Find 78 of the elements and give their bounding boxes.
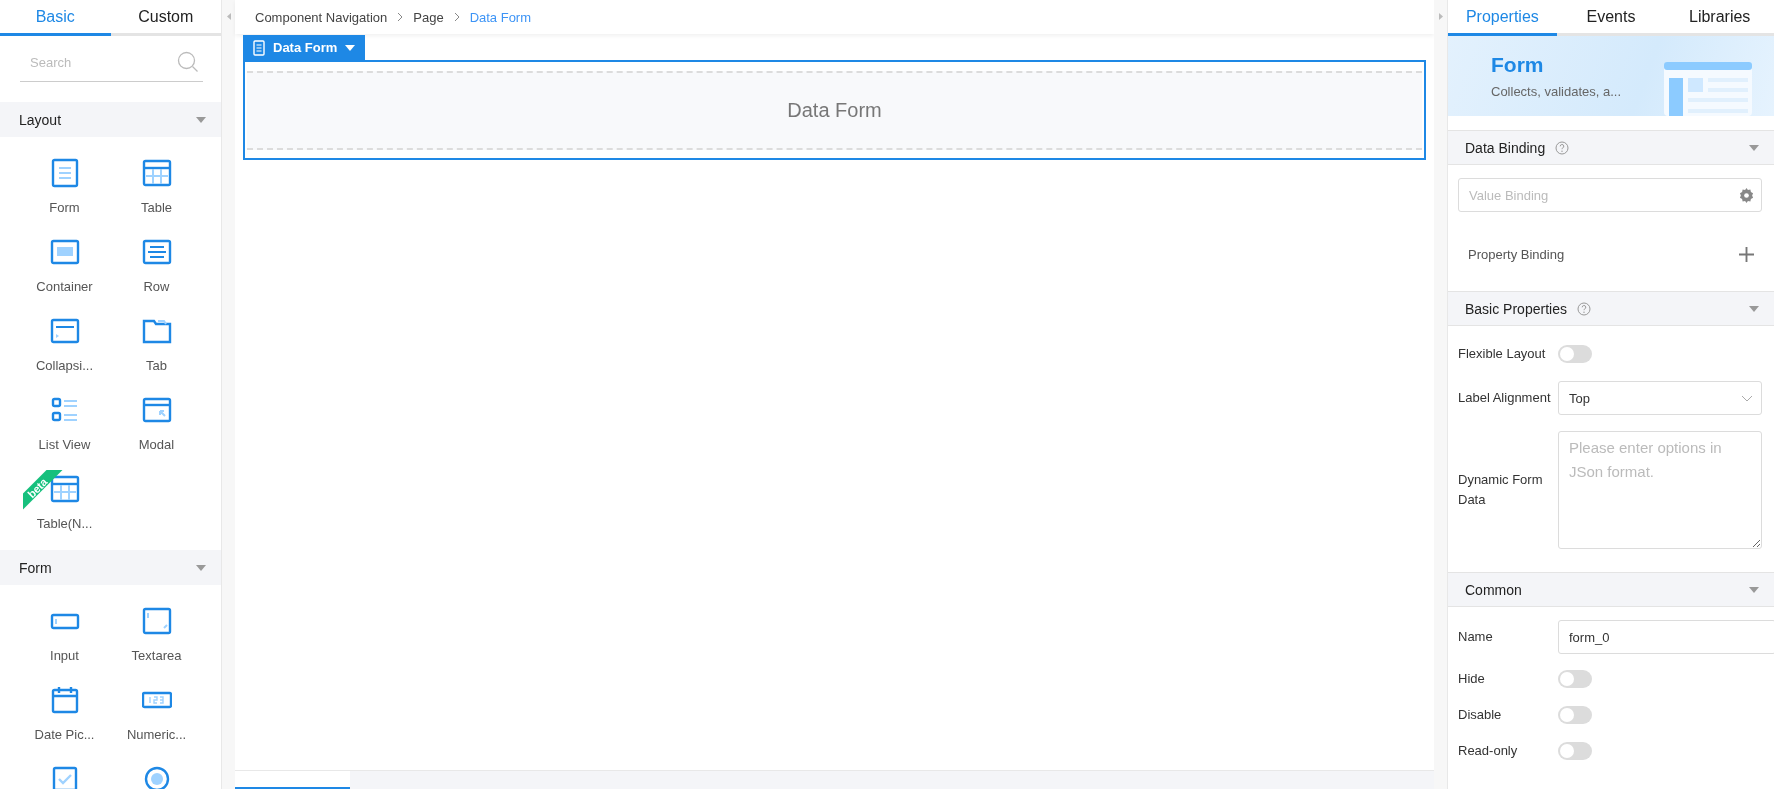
field-label: Name [1458,627,1494,646]
container-icon [49,237,80,267]
field-label: Read-only [1458,741,1519,760]
dynamic-data-field[interactable]: Please enter options in JSon format. [1558,431,1762,549]
section-header[interactable]: Form [0,550,221,585]
collapse-panel-icon [49,316,80,346]
toggle-switch[interactable] [1558,670,1592,688]
panel-tab[interactable]: Basic [0,0,111,36]
form-placeholder: Data Form [247,71,1422,150]
component-item[interactable]: Numeric... [110,678,203,757]
table-icon [49,474,80,504]
help-icon[interactable] [1576,301,1591,316]
caret-icon [196,116,206,123]
textarea-icon [141,606,172,636]
field-label: Dynamic Form Data [1458,470,1544,509]
window-icon [141,395,172,425]
field-label: Disable [1458,705,1503,724]
breadcrumb-link[interactable]: Component Navigation [255,9,388,25]
section-title: Form [19,559,52,576]
section-header[interactable]: Layout [0,102,221,137]
value-binding-field[interactable]: Value Binding [1458,178,1762,212]
section-title: Basic Properties [1465,300,1567,317]
panel-tab[interactable]: Events [1556,0,1666,36]
field-label: Label Alignment [1458,388,1552,407]
component-item[interactable]: Date Pic... [18,678,111,757]
component-tag-button[interactable]: Data Form [243,35,366,60]
caret-icon [1749,305,1759,312]
add-icon[interactable] [1739,246,1754,262]
breadcrumb-link[interactable]: Page [413,9,444,25]
caret-icon [1749,586,1759,593]
component-item[interactable]: List View [18,388,111,467]
component-item[interactable]: Input [18,599,111,678]
section-title: Layout [19,111,62,128]
caret-icon [345,44,356,51]
collapse-handle[interactable] [1434,0,1447,789]
caret-right-icon [1438,13,1443,20]
caret-left-icon [226,13,231,20]
caret-icon [1749,144,1759,151]
toggle-switch[interactable] [1558,345,1592,363]
section-header[interactable]: Data Binding [1448,130,1774,165]
view-tab[interactable] [235,771,350,789]
collapse-handle[interactable] [222,0,235,789]
component-item[interactable]: Table [110,151,203,230]
form-icon [49,158,80,188]
section-title: Data Binding [1465,139,1546,156]
help-icon[interactable] [1555,140,1570,155]
banner-description: Collects, validates, a... [1491,84,1622,99]
panel-tab[interactable]: Custom [110,0,221,36]
search-icon[interactable] [177,51,199,73]
toggle-switch[interactable] [1558,706,1592,724]
chevron-down-icon [1741,394,1753,402]
settings-icon[interactable] [1739,188,1754,203]
component-item[interactable]: Container [18,230,111,309]
component-item[interactable]: Modal [110,388,203,467]
component-item[interactable]: Tab [110,309,203,388]
component-item[interactable]: Form [18,151,111,230]
panel-tab[interactable]: Libraries [1665,0,1774,36]
caret-icon [196,564,206,571]
form-icon [253,39,265,56]
table-icon [141,158,172,188]
row-icon [141,237,172,267]
chevron-right-icon [453,12,460,22]
section-header[interactable]: Basic Properties [1448,291,1774,326]
banner-title: Form [1491,53,1545,77]
field-label: Hide [1458,669,1486,688]
toggle-switch[interactable] [1558,742,1592,760]
chevron-right-icon [397,12,404,22]
form-frame[interactable]: Data Form [243,60,1426,160]
component-item[interactable]: Collapsi... [18,309,111,388]
section-header[interactable]: Common [1448,572,1774,607]
section-title: Common [1465,581,1522,598]
property-binding-label: Property Binding [1468,246,1565,262]
component-item[interactable]: Row [110,230,203,309]
component-item[interactable]: Textarea [110,599,203,678]
field-label: Flexible Layout [1458,344,1547,363]
label-alignment-select[interactable]: Top [1558,381,1762,415]
name-field[interactable]: form_0 [1558,620,1774,654]
calendar-icon [49,685,80,715]
